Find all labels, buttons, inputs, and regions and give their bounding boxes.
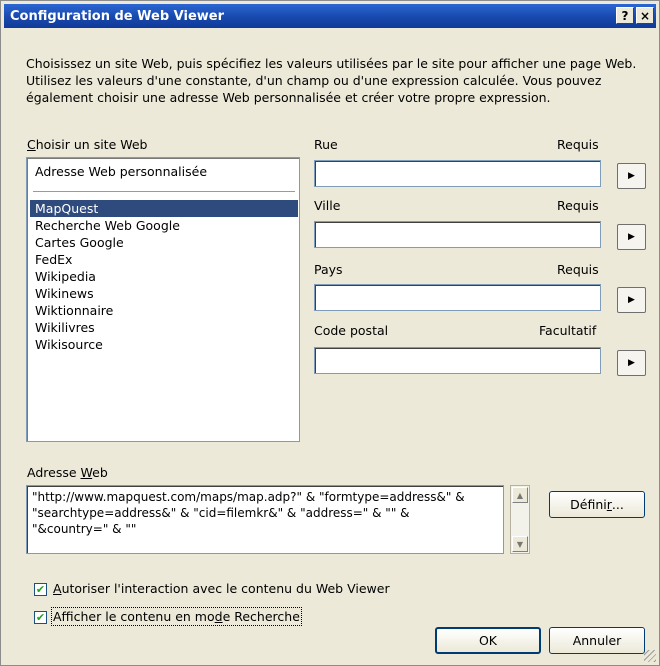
postal-code-field[interactable] xyxy=(314,347,601,374)
list-item[interactable]: Wikipedia xyxy=(35,269,96,285)
street-field[interactable] xyxy=(314,160,601,187)
list-item[interactable]: Wiktionnaire xyxy=(35,303,113,319)
triangle-right-icon: ▶ xyxy=(628,171,635,181)
list-item[interactable]: Wikinews xyxy=(35,286,94,302)
city-label: Ville xyxy=(314,198,341,213)
checkmark-icon: ✔ xyxy=(35,611,46,624)
triangle-up-icon: ▲ xyxy=(516,490,524,500)
list-item[interactable]: Wikisource xyxy=(35,337,103,353)
list-item[interactable]: FedEx xyxy=(35,252,72,268)
web-address-line-3: "&country=" & "" xyxy=(32,522,137,536)
checkmark-icon: ✔ xyxy=(35,583,46,596)
define-button[interactable]: Défini r... xyxy=(549,491,645,518)
scroll-up-button[interactable]: ▲ xyxy=(512,487,528,503)
web-address-textarea[interactable]: "http://www.mapquest.com/maps/map.adp?" … xyxy=(26,485,504,554)
help-button[interactable]: ? xyxy=(616,7,634,24)
city-status: Requis xyxy=(557,198,599,213)
cancel-button[interactable]: Annuler xyxy=(549,627,645,654)
country-specify-button[interactable]: ▶ xyxy=(617,287,646,313)
web-address-label: Adresse Web xyxy=(27,465,108,480)
scroll-down-button[interactable]: ▼ xyxy=(512,536,528,552)
street-status: Requis xyxy=(557,137,599,152)
triangle-right-icon: ▶ xyxy=(628,232,635,242)
postal-code-specify-button[interactable]: ▶ xyxy=(617,350,646,376)
window-title: Configuration de Web Viewer xyxy=(10,8,225,24)
web-address-line-2: "searchtype=address&" & "cid=filemkr&" &… xyxy=(32,506,410,520)
web-address-line-1: "http://www.mapquest.com/maps/map.adp?" … xyxy=(32,490,465,504)
resize-grip[interactable] xyxy=(644,650,656,662)
list-item[interactable]: Cartes Google xyxy=(35,235,124,251)
postal-code-label: Code postal xyxy=(314,323,389,338)
country-label: Pays xyxy=(314,262,343,277)
triangle-down-icon: ▼ xyxy=(516,539,524,549)
list-item[interactable]: Recherche Web Google xyxy=(35,218,180,234)
triangle-right-icon: ▶ xyxy=(628,295,635,305)
list-item[interactable]: Wikilivres xyxy=(35,320,95,336)
list-separator xyxy=(33,191,295,192)
site-list-label: Choisir un site Web xyxy=(27,137,148,152)
intro-text: Choisissez un site Web, puis spécifiez l… xyxy=(26,56,637,105)
show-in-find-mode-label[interactable]: Afficher le contenu en mode Recherche xyxy=(51,607,302,626)
show-in-find-mode-checkbox[interactable]: ✔ xyxy=(34,611,47,624)
list-item-selected[interactable]: MapQuest xyxy=(35,201,98,217)
street-specify-button[interactable]: ▶ xyxy=(617,163,646,189)
allow-interaction-checkbox[interactable]: ✔ xyxy=(34,583,47,596)
list-item-custom[interactable]: Adresse Web personnalisée xyxy=(35,164,207,180)
close-button[interactable]: × xyxy=(636,7,654,24)
city-field[interactable] xyxy=(314,221,601,248)
ok-button[interactable]: OK xyxy=(435,627,541,654)
site-listbox[interactable]: Adresse Web personnalisée MapQuest Reche… xyxy=(26,157,300,442)
country-status: Requis xyxy=(557,262,599,277)
web-viewer-setup-dialog: Configuration de Web Viewer ? × Choisiss… xyxy=(0,0,660,666)
postal-code-status: Facultatif xyxy=(539,323,597,338)
web-address-scrollbar[interactable]: ▲ ▼ xyxy=(510,485,530,554)
city-specify-button[interactable]: ▶ xyxy=(617,224,646,250)
street-label: Rue xyxy=(314,137,338,152)
allow-interaction-label[interactable]: Autoriser l'interaction avec le contenu … xyxy=(53,581,390,596)
triangle-right-icon: ▶ xyxy=(628,358,635,368)
country-field[interactable] xyxy=(314,284,601,311)
title-bar[interactable]: Configuration de Web Viewer ? × xyxy=(4,4,656,28)
